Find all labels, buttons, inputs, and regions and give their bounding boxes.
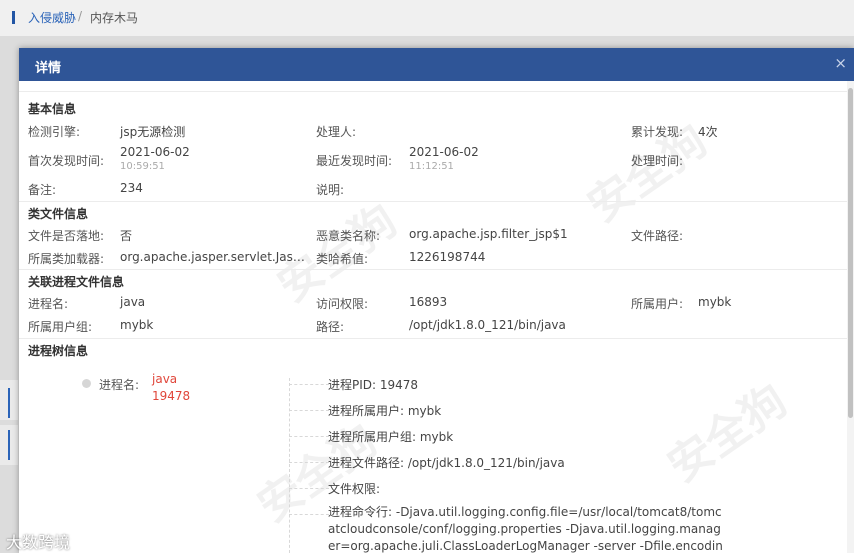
section-process-tree-title: 进程树信息 xyxy=(28,344,89,358)
breadcrumb-separator: / xyxy=(78,9,83,23)
tree-connector xyxy=(289,378,290,553)
file-path-label: 文件路径: xyxy=(631,229,684,243)
file-landed-value: 否 xyxy=(120,229,133,243)
remark-value: 234 xyxy=(120,181,143,195)
tree-node-dot xyxy=(82,379,91,388)
class-loader-value: org.apache.jasper.servlet.JasperLo... xyxy=(120,250,312,264)
tree-detail-pid: 进程PID: 19478 xyxy=(328,378,419,392)
tree-detail-user: 进程所属用户: mybk xyxy=(328,404,442,418)
section-process-file-title: 关联进程文件信息 xyxy=(28,275,125,289)
breadcrumb-parent-link[interactable]: 入侵威胁 xyxy=(28,9,76,26)
background-accent xyxy=(8,388,10,418)
tree-connector xyxy=(289,462,329,463)
remark-label: 备注: xyxy=(28,183,57,197)
divider xyxy=(19,91,847,92)
modal-header: 详情 × xyxy=(19,48,854,81)
section-basic-title: 基本信息 xyxy=(28,102,77,116)
tree-detail-group: 进程所属用户组: mybk xyxy=(328,430,454,444)
malicious-class-value: org.apache.jsp.filter_jsp$1 xyxy=(409,227,568,241)
section-class-file-title: 类文件信息 xyxy=(28,207,89,221)
footer-watermark-logo: 大数跨境 xyxy=(6,533,71,552)
last-found-label: 最近发现时间: xyxy=(316,154,393,168)
tree-node-name[interactable]: java xyxy=(152,372,177,386)
first-found-date: 2021-06-02 xyxy=(120,145,190,159)
breadcrumb-current: 内存木马 xyxy=(90,11,139,25)
malicious-class-label: 恶意类名称: xyxy=(316,229,381,243)
process-path-label: 路径: xyxy=(316,320,345,334)
tree-detail-path: 进程文件路径: /opt/jdk1.8.0_121/bin/java xyxy=(328,456,565,470)
engine-value: jsp无源检测 xyxy=(120,125,186,139)
tree-connector xyxy=(289,410,329,411)
handle-time-label: 处理时间: xyxy=(631,154,684,168)
last-found-time: 11:12:51 xyxy=(409,161,454,172)
tree-connector xyxy=(289,514,329,515)
watermark: 安全狗 xyxy=(658,374,797,493)
modal-title: 详情 xyxy=(35,61,62,76)
class-hash-value: 1226198744 xyxy=(409,250,486,264)
tree-node-pid[interactable]: 19478 xyxy=(152,389,190,403)
access-permission-value: 16893 xyxy=(409,295,448,309)
process-name-value: java xyxy=(120,295,146,309)
owner-user-label: 所属用户: xyxy=(631,297,684,311)
count-value: 4次 xyxy=(698,125,718,139)
owner-group-value: mybk xyxy=(120,318,154,332)
tree-detail-permission: 文件权限: xyxy=(328,482,381,496)
tree-detail-cmdline: 进程命令行: -Djava.util.logging.config.file=/… xyxy=(328,505,723,553)
tree-connector xyxy=(289,488,329,489)
tree-connector xyxy=(289,384,329,385)
scrollbar-thumb[interactable] xyxy=(848,88,853,418)
owner-group-label: 所属用户组: xyxy=(28,320,93,334)
handler-label: 处理人: xyxy=(316,125,357,139)
divider xyxy=(19,338,847,339)
first-found-label: 首次发现时间: xyxy=(28,154,105,168)
details-modal: 详情 × 安全狗 安全狗 安全狗 安全狗 基本信息 检测引擎: jsp无源检测 … xyxy=(19,48,854,553)
class-loader-label: 所属类加载器: xyxy=(28,252,105,266)
access-permission-label: 访问权限: xyxy=(316,297,369,311)
owner-user-value: mybk xyxy=(698,295,732,309)
breadcrumb: 入侵威胁 / 内存木马 xyxy=(0,0,854,36)
first-found-time: 10:59:51 xyxy=(120,161,165,172)
divider xyxy=(19,201,847,202)
process-path-value: /opt/jdk1.8.0_121/bin/java xyxy=(409,318,566,332)
background-accent xyxy=(8,430,10,460)
divider xyxy=(19,269,847,270)
process-name-label: 进程名: xyxy=(28,297,69,311)
tree-connector xyxy=(289,436,329,437)
count-label: 累计发现: xyxy=(631,125,684,139)
engine-label: 检测引擎: xyxy=(28,125,81,139)
breadcrumb-marker xyxy=(12,11,15,24)
file-landed-label: 文件是否落地: xyxy=(28,229,105,243)
description-label: 说明: xyxy=(316,183,345,197)
last-found-date: 2021-06-02 xyxy=(409,145,479,159)
tree-node-label: 进程名: xyxy=(99,378,140,392)
class-hash-label: 类哈希值: xyxy=(316,252,369,266)
close-icon[interactable]: × xyxy=(834,54,847,72)
